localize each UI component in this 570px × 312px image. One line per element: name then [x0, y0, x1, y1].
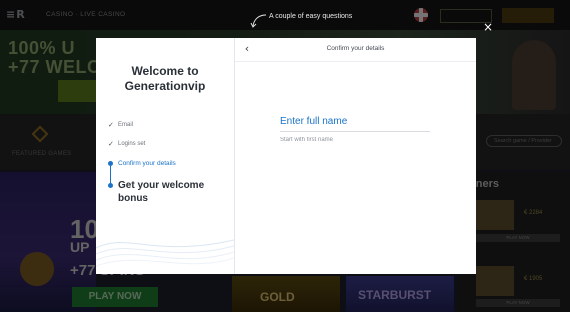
full-name-input[interactable] [280, 135, 430, 145]
welcome-title-line-2: Generationvip [124, 79, 206, 93]
full-name-label: Enter full name [280, 116, 348, 127]
close-icon[interactable]: × [482, 21, 494, 33]
step-email: Email [118, 122, 134, 128]
welcome-title: Welcome to Generationvip [96, 64, 234, 94]
step-header-title: Confirm your details [326, 45, 385, 52]
welcome-title-line-1: Welcome to [131, 64, 199, 78]
next-step-dot-icon [108, 183, 113, 188]
back-chevron-icon[interactable]: ‹ [241, 42, 253, 56]
panel-divider [234, 38, 235, 274]
step-logins: Logins set [118, 141, 146, 147]
registration-modal: Welcome to Generationvip ✓ Email ✓ Login… [96, 38, 476, 274]
step-confirm-details: Confirm your details [118, 160, 176, 167]
check-icon: ✓ [108, 140, 114, 148]
check-icon: ✓ [108, 121, 114, 129]
hint-text: A couple of easy questions [269, 13, 353, 20]
step-welcome-bonus: Get your welcome bonus [118, 180, 205, 204]
full-name-underline [280, 131, 430, 132]
step-header: Confirm your details ‹ [235, 38, 476, 62]
curved-arrow-icon [250, 14, 267, 28]
wave-decoration [96, 239, 234, 267]
progress-panel: Welcome to Generationvip ✓ Email ✓ Login… [96, 38, 234, 274]
step-connector [110, 166, 111, 183]
